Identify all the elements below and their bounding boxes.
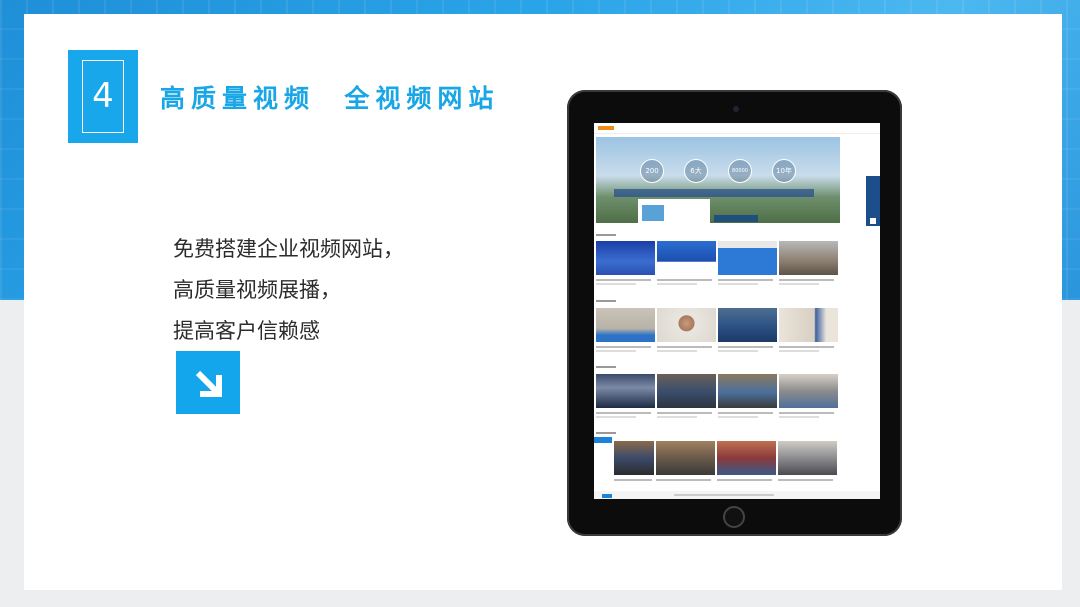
video-captions-3 [596,412,840,420]
section-number-box: 4 [68,50,138,143]
section-label-3 [596,366,616,368]
tablet-home-button [723,506,745,528]
website-logo [598,126,614,130]
video-thumb [614,441,654,475]
tablet-screen: 200 6大 80000 10年 [594,123,880,499]
description-line-1: 免费搭建企业视频网站， [173,237,404,261]
banner-stat: 6大 [684,159,708,183]
tablet-camera [733,106,739,112]
video-thumb [779,241,838,275]
arrow-down-right-button[interactable] [176,351,240,414]
side-toolbar-button [870,218,876,224]
video-thumb [718,308,777,342]
banner-stat: 200 [640,159,664,183]
video-thumb [778,441,837,475]
video-row-3 [596,374,840,408]
banner-strip [614,189,814,197]
video-captions-4 [614,479,858,487]
footer-button [602,494,612,498]
video-thumb [657,241,716,275]
video-thumb [657,308,716,342]
section-label-4 [596,432,616,434]
arrow-down-right-icon [195,370,222,397]
video-captions-2 [596,346,840,354]
video-thumb [779,374,838,408]
video-thumb [717,441,776,475]
video-row-4 [614,441,840,475]
banner-video-card [638,199,710,225]
description: 免费搭建企业视频网站， 高质量视频展播， 提高客户信赖感 [173,229,404,352]
video-row-1 [596,241,840,275]
section-label-2 [596,300,616,302]
website-header [594,123,880,134]
video-thumb [718,374,777,408]
section-number: 4 [82,60,124,133]
description-line-2: 高质量视频展播， [173,278,341,302]
banner-stat: 10年 [772,159,796,183]
website-banner: 200 6大 80000 10年 [596,137,840,225]
video-thumb [596,308,655,342]
banner-video-thumb [642,205,664,221]
video-thumb [718,241,777,275]
section-tag [594,437,612,443]
slide-title: 高质量视频 全视频网站 [160,84,500,113]
video-thumb [596,374,655,408]
banner-phone-badge [714,215,758,222]
banner-stat: 80000 [728,159,752,183]
video-thumb [656,441,715,475]
footer-copyright [674,494,774,496]
video-thumb [596,241,655,275]
section-label-1 [596,234,616,236]
video-thumb [657,374,716,408]
video-thumb [779,308,838,342]
description-line-3: 提高客户信赖感 [173,319,320,343]
video-captions-1 [596,279,840,287]
video-row-2 [596,308,840,342]
